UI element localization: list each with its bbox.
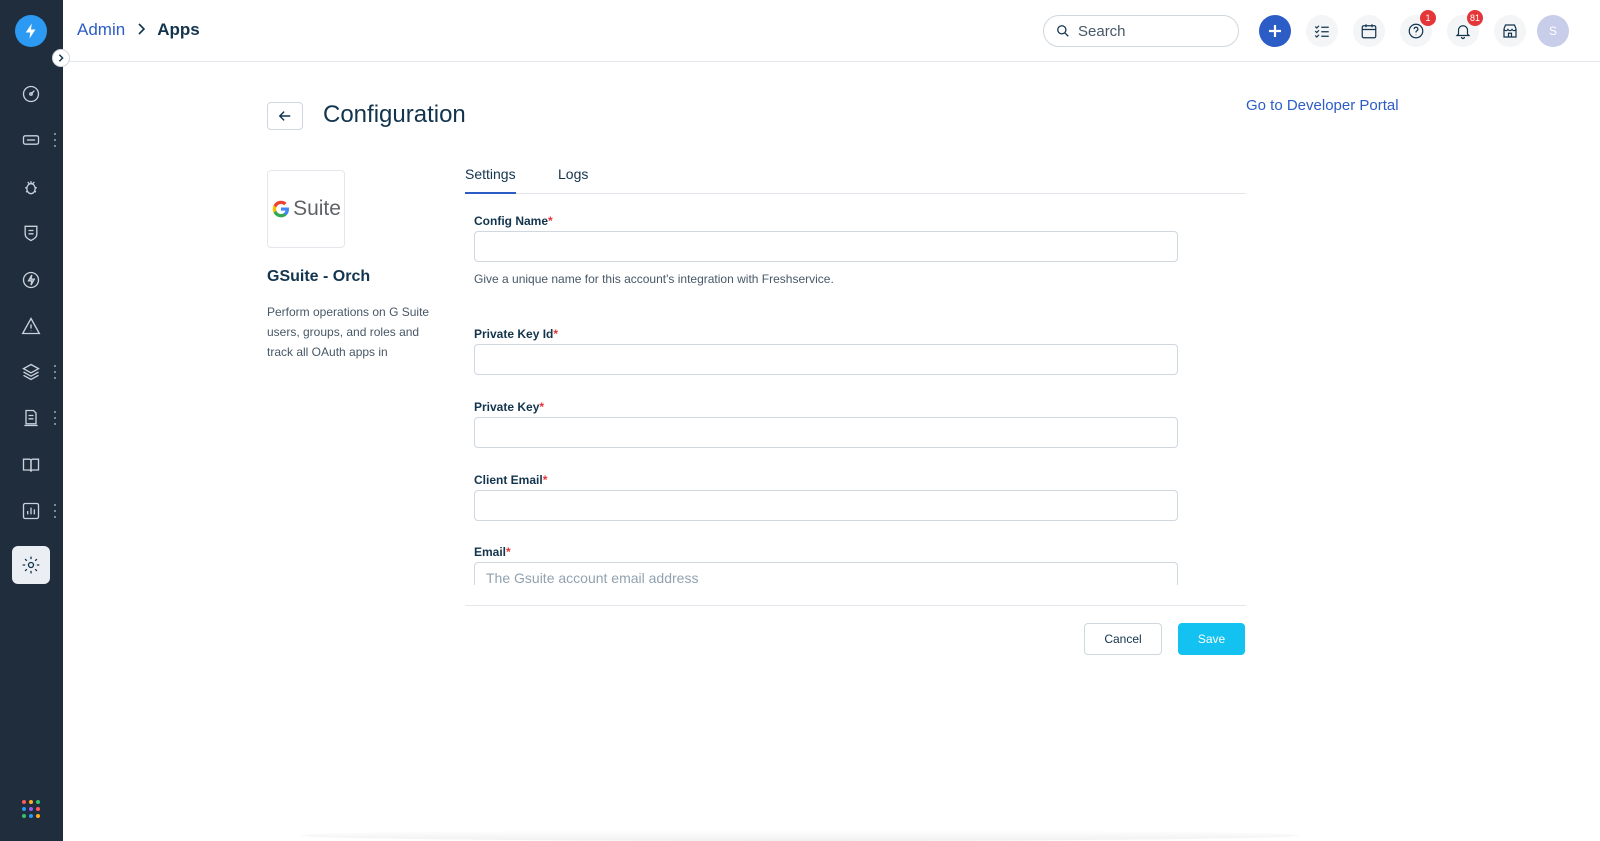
global-search[interactable] (1043, 15, 1239, 47)
marketplace-icon (1503, 24, 1517, 38)
todo-button[interactable] (1306, 15, 1338, 47)
tickets-more-icon[interactable] (53, 133, 57, 147)
email-label: Email* (474, 545, 511, 559)
releases-icon[interactable] (12, 261, 50, 299)
admin-gear-icon[interactable] (12, 546, 50, 584)
private-key-id-label: Private Key Id* (474, 327, 559, 341)
sidebar (0, 0, 63, 841)
assets-more-icon[interactable] (53, 365, 57, 379)
analytics-more-icon[interactable] (53, 504, 57, 518)
dashboard-icon[interactable] (12, 75, 50, 113)
help-button[interactable]: 1 (1400, 10, 1436, 47)
breadcrumb-admin-link[interactable]: Admin (77, 20, 125, 40)
help-badge: 1 (1420, 10, 1436, 26)
assets-icon[interactable] (12, 353, 50, 391)
config-form: Config Name* Give a unique name for this… (465, 205, 1246, 585)
plus-icon (1269, 25, 1281, 37)
top-header: Admin Apps 1 81 S (63, 0, 1600, 62)
config-name-hint: Give a unique name for this account's in… (474, 272, 834, 286)
back-button[interactable] (267, 102, 303, 130)
analytics-icon[interactable] (12, 492, 50, 530)
tickets-icon[interactable] (12, 121, 50, 159)
developer-portal-link[interactable]: Go to Developer Portal (1246, 97, 1399, 114)
problems-icon[interactable] (12, 168, 50, 206)
tab-settings[interactable]: Settings (465, 166, 516, 194)
email-input[interactable] (474, 562, 1178, 585)
notifications-button[interactable]: 81 (1447, 10, 1483, 47)
bell-icon (1455, 25, 1471, 40)
form-footer-divider (465, 605, 1246, 606)
freshservice-logo-icon[interactable] (15, 15, 47, 47)
contracts-icon[interactable] (12, 399, 50, 437)
config-tabs: Settings Logs (465, 158, 1246, 194)
sidebar-collapse-button[interactable] (52, 49, 70, 67)
changes-icon[interactable] (12, 214, 50, 252)
calendar-button[interactable] (1353, 15, 1385, 47)
private-key-label: Private Key* (474, 400, 545, 414)
breadcrumb-current: Apps (157, 20, 200, 39)
config-name-input[interactable] (474, 231, 1178, 262)
config-name-label: Config Name* (474, 214, 553, 228)
save-button[interactable]: Save (1178, 623, 1245, 655)
search-input[interactable] (1078, 22, 1218, 40)
private-key-id-input[interactable] (474, 344, 1178, 375)
notifications-badge: 81 (1466, 10, 1483, 26)
gsuite-logo: Suite (267, 170, 345, 248)
app-name: GSuite - Orch (267, 268, 371, 285)
page-title: Configuration (323, 101, 466, 128)
breadcrumb: Admin Apps (77, 20, 200, 40)
app-switcher-icon[interactable] (22, 800, 40, 818)
tasks-icon (1314, 25, 1329, 38)
solutions-icon[interactable] (12, 446, 50, 484)
google-g-icon (272, 200, 290, 218)
app-description: Perform operations on G Suite users, gro… (267, 305, 430, 359)
client-email-label: Client Email* (474, 473, 548, 487)
alerts-icon[interactable] (12, 307, 50, 345)
calendar-icon (1361, 24, 1377, 39)
add-new-button[interactable] (1259, 15, 1291, 47)
contracts-more-icon[interactable] (53, 411, 57, 425)
cancel-button[interactable]: Cancel (1084, 623, 1162, 655)
bottom-shadow (300, 830, 1300, 841)
tab-logs[interactable]: Logs (558, 166, 588, 192)
user-avatar[interactable]: S (1537, 15, 1569, 47)
chevron-right-icon (58, 54, 64, 62)
search-icon (1057, 25, 1069, 37)
breadcrumb-chevron-icon (137, 22, 146, 38)
arrow-left-icon (278, 111, 291, 121)
client-email-input[interactable] (474, 490, 1178, 521)
private-key-input[interactable] (474, 417, 1178, 448)
gsuite-logo-text: Suite (293, 197, 341, 220)
marketplace-button[interactable] (1494, 15, 1526, 47)
help-icon (1408, 23, 1424, 39)
